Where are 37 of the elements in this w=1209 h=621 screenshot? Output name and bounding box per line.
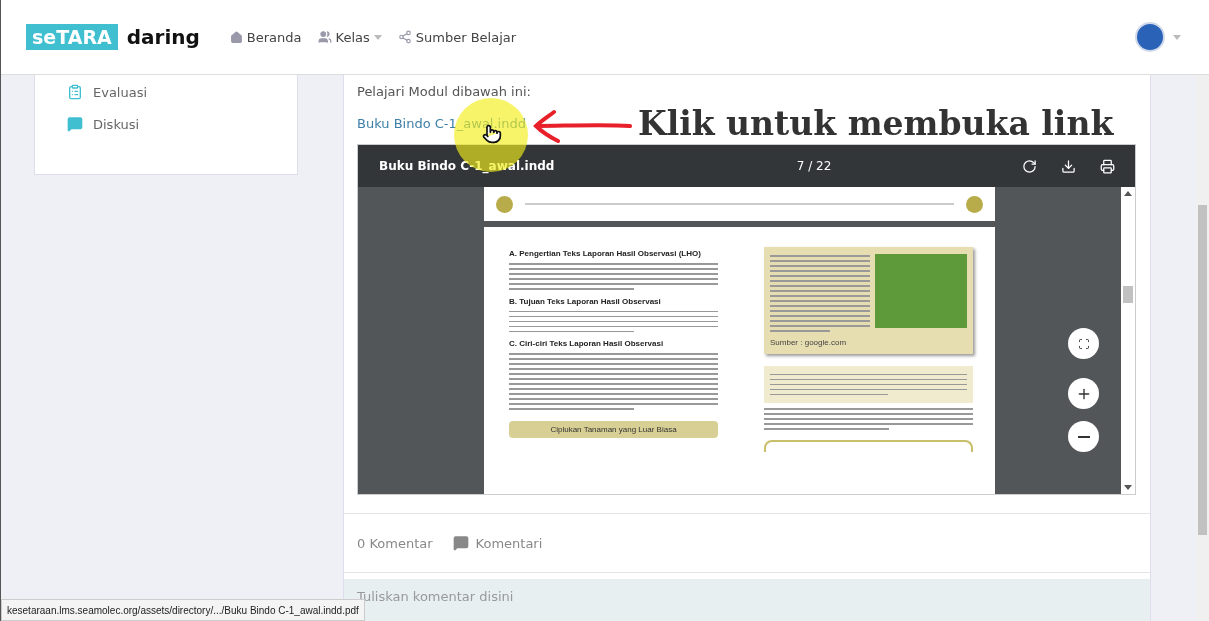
rotate-icon[interactable] [1022, 158, 1037, 174]
fit-page-icon [1077, 337, 1090, 350]
box-title: Ciplukan Tanaman yang Luar Biasa [509, 420, 718, 438]
section-heading: C. Ciri-ciri Teks Laporan Hasil Observasi [509, 339, 665, 348]
zoom-out-button[interactable] [1068, 421, 1099, 452]
nav-link[interactable]: Sumber Belajar [397, 29, 517, 45]
download-icon[interactable] [1061, 158, 1076, 174]
page-badge-icon [966, 195, 983, 213]
section-heading: B. Tujuan Teks Laporan Hasil Observasi [509, 296, 662, 306]
zoom-in-button[interactable] [1068, 378, 1099, 409]
nav-link[interactable]: Beranda [229, 29, 302, 45]
comment-link[interactable]: Komentari [452, 535, 543, 551]
comment-count: 0 Komentar [357, 535, 433, 551]
chat-icon [67, 116, 83, 132]
print-icon[interactable] [1100, 158, 1115, 174]
caret-icon [373, 34, 382, 40]
avatar[interactable] [1135, 22, 1165, 52]
clipboard-icon [67, 84, 83, 100]
share-icon [397, 30, 412, 44]
minus-icon [1077, 435, 1090, 438]
sidebar-item[interactable]: Diskusi [35, 113, 297, 145]
page-indicator: 7 / 22 [795, 159, 833, 173]
nav-link[interactable]: Kelas [317, 29, 382, 45]
users-icon [317, 30, 332, 44]
intro-text: Pelajari Modul dibawah ini: [357, 84, 532, 99]
home-icon [229, 30, 243, 44]
section-heading: A. Pengertian Teks Laporan Hasil Observasi (LHO) [509, 249, 702, 258]
comment-icon [452, 535, 469, 551]
logo-text[interactable]: daring [126, 25, 200, 49]
source-text: Sumber : google.com [770, 337, 848, 347]
fit-page-button[interactable] [1068, 328, 1099, 359]
caret-icon [1173, 34, 1181, 40]
status-url: kesetaraan.lms.seamolec.org/assets/directory/.../Buku Bindo C-1_awal.indd.pdf [1, 599, 365, 621]
callout-text: Klik untuk membuka link [638, 104, 1114, 143]
page-badge-icon [496, 195, 513, 213]
sidebar-item[interactable]: Evaluasi [35, 81, 297, 113]
page-scrollbar[interactable] [1196, 75, 1209, 621]
